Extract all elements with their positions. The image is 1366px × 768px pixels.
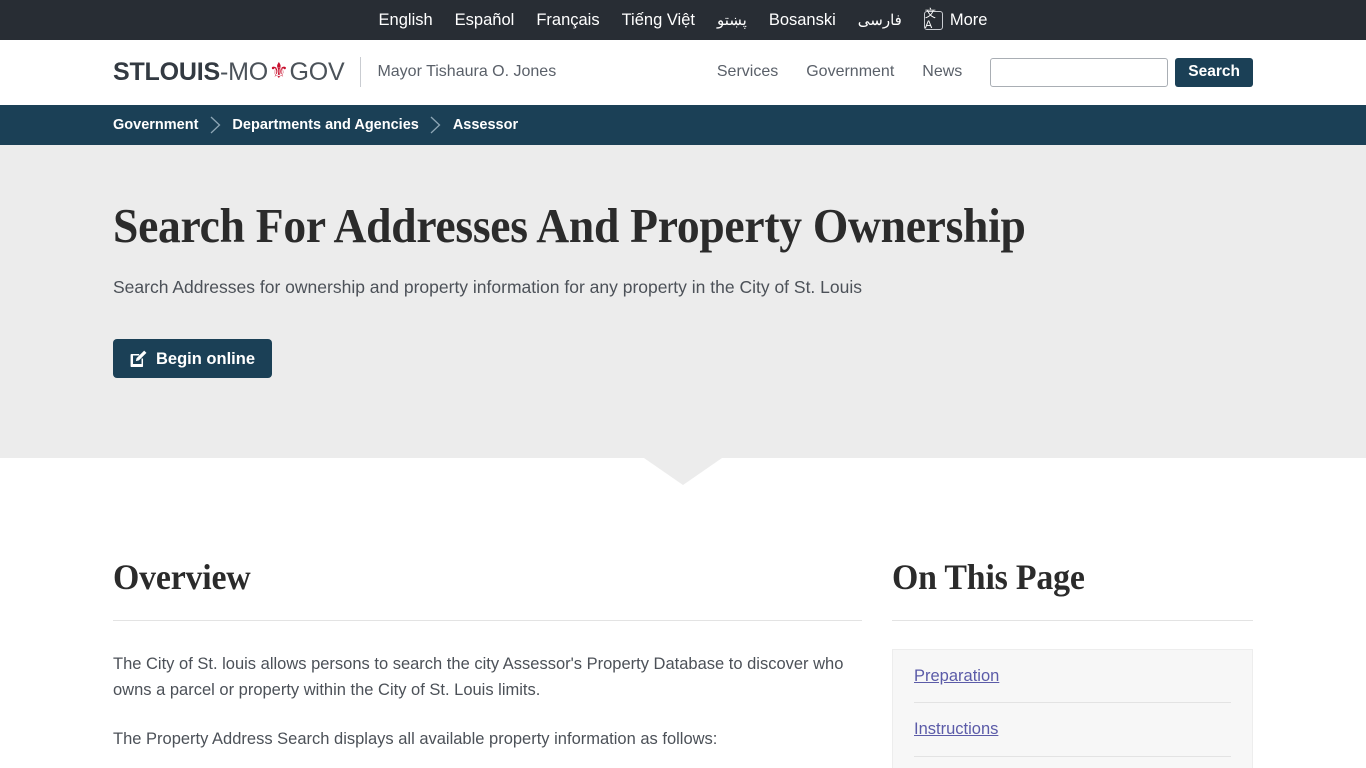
site-search-form: Search — [990, 57, 1253, 87]
list-item[interactable]: Preparation — [914, 650, 1231, 704]
mayor-name: Mayor Tishaura O. Jones — [377, 63, 557, 80]
page-subtitle: Search Addresses for ownership and prope… — [113, 276, 862, 297]
chevron-right-icon — [198, 116, 232, 134]
more-languages-button[interactable]: 文A More — [923, 9, 988, 31]
lang-bosanski[interactable]: Bosanski — [769, 12, 836, 29]
overview-divider — [113, 619, 862, 621]
on-this-page-card: Preparation Instructions F — [892, 648, 1253, 768]
lang-francais[interactable]: Français — [536, 12, 599, 29]
begin-online-label: Begin online — [156, 349, 255, 368]
nav-news[interactable]: News — [922, 63, 962, 81]
logo-part-mo: MO — [228, 57, 268, 86]
logo-text: STLOUIS - MO ⚜ GOV — [113, 57, 345, 86]
brand-divider — [360, 57, 362, 87]
main-content: Overview The City of St. louis allows pe… — [0, 557, 1366, 768]
chevron-right-icon — [419, 116, 453, 134]
logo-part-gov: GOV — [289, 57, 345, 86]
overview-paragraph-1: The City of St. louis allows persons to … — [113, 654, 844, 700]
primary-nav: Services Government News — [717, 63, 962, 81]
hero-notch — [644, 458, 722, 485]
breadcrumb-government[interactable]: Government — [113, 117, 198, 133]
on-this-page-divider — [892, 619, 1253, 621]
masthead-right: Services Government News Search — [717, 57, 1253, 87]
logo-dash: - — [219, 57, 229, 86]
site-logo[interactable]: STLOUIS - MO ⚜ GOV — [113, 57, 345, 86]
page-title: Search For Addresses And Property Owners… — [113, 198, 1026, 253]
lang-pashto[interactable]: پښتو — [717, 13, 747, 28]
logo-part-stlouis: STLOUIS — [113, 57, 220, 86]
on-this-page-heading: On This Page — [892, 557, 1085, 597]
pen-to-square-icon — [130, 350, 147, 368]
lang-tieng-viet[interactable]: Tiếng Việt — [622, 12, 695, 29]
breadcrumb-bar: Government Departments and Agencies Asse… — [0, 105, 1366, 145]
lang-espanol[interactable]: Español — [455, 12, 515, 29]
overview-heading: Overview — [113, 557, 251, 597]
hero-wrapper: Search For Addresses And Property Owners… — [0, 145, 1366, 485]
overview-paragraph-2: The Property Address Search displays all… — [113, 730, 718, 749]
masthead: STLOUIS - MO ⚜ GOV Mayor Tishaura O. Jones S… — [0, 40, 1366, 105]
list-item[interactable]: F — [914, 757, 1231, 768]
breadcrumb-assessor[interactable]: Assessor — [453, 117, 518, 133]
more-languages-label: More — [949, 10, 988, 29]
on-this-page-link-instructions[interactable]: Instructions — [914, 720, 998, 738]
breadcrumb-departments-and-agencies[interactable]: Departments and Agencies — [232, 117, 418, 133]
nav-government[interactable]: Government — [806, 63, 894, 81]
search-input[interactable] — [990, 57, 1169, 87]
lang-farsi[interactable]: فارسی — [858, 13, 902, 28]
nav-services[interactable]: Services — [717, 63, 778, 81]
language-bar: English Español Français Tiếng Việt پښتو… — [0, 0, 1366, 40]
begin-online-button[interactable]: Begin online — [113, 339, 272, 379]
list-item[interactable]: Instructions — [914, 703, 1231, 758]
overview-column: Overview The City of St. louis allows pe… — [113, 557, 862, 768]
translate-icon: 文A — [923, 9, 943, 31]
lang-english[interactable]: English — [379, 12, 433, 29]
fleur-de-lis-icon: ⚜ — [268, 58, 289, 83]
hero-section: Search For Addresses And Property Owners… — [0, 145, 1366, 458]
on-this-page-link-preparation[interactable]: Preparation — [914, 667, 999, 685]
on-this-page-column: On This Page Preparation Instructions F — [892, 557, 1253, 768]
search-button[interactable]: Search — [1175, 57, 1253, 87]
breadcrumb: Government Departments and Agencies Asse… — [113, 116, 518, 134]
